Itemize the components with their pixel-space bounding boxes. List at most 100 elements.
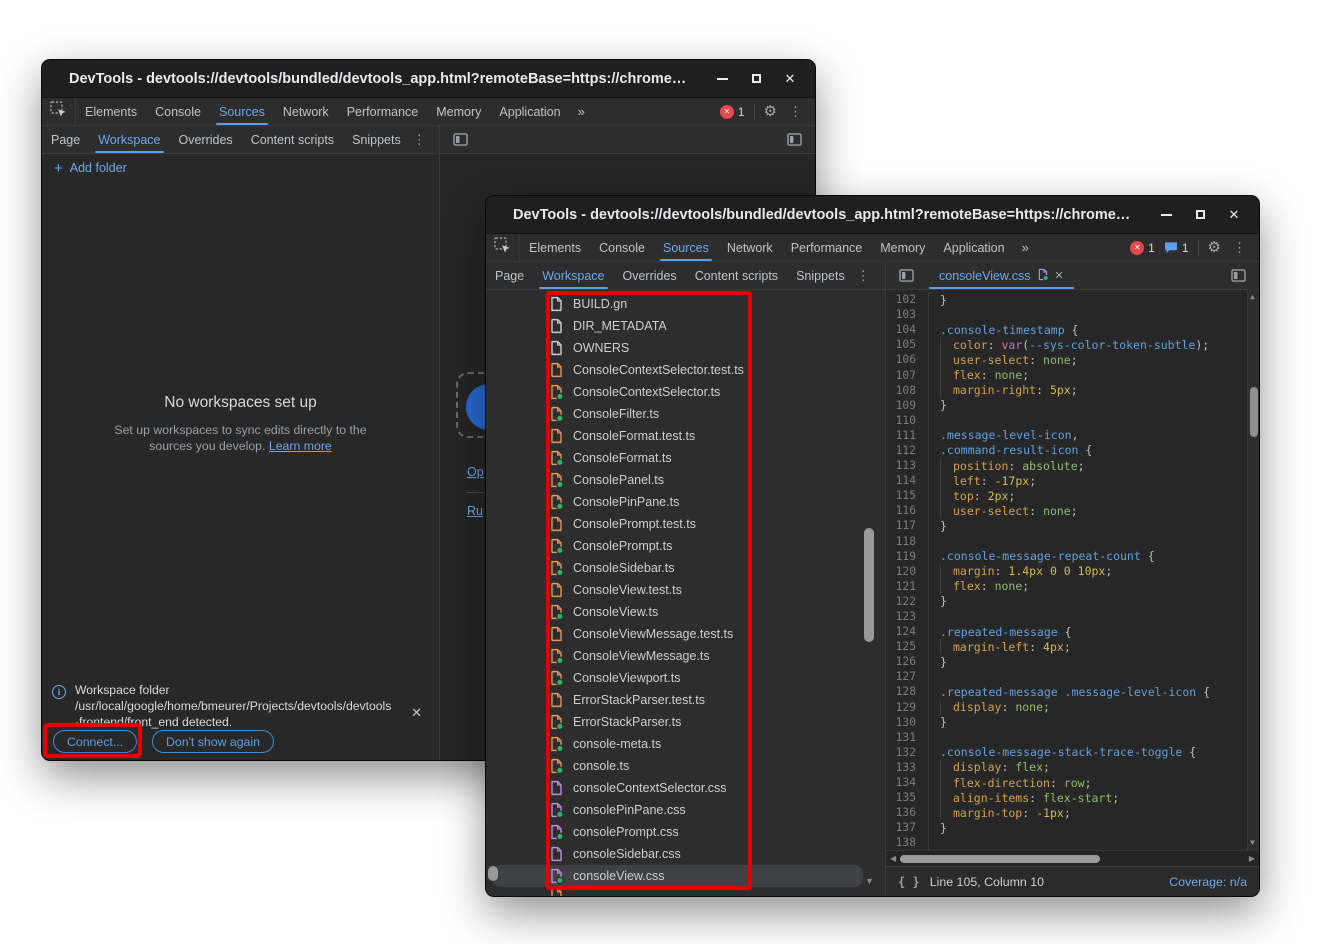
- scroll-right-arrow-icon[interactable]: ▶: [1249, 855, 1255, 863]
- file-row-ErrorStackParser.test.ts[interactable]: ErrorStackParser.test.ts: [486, 689, 885, 711]
- line-number[interactable]: 112: [886, 444, 928, 457]
- titlebar[interactable]: DevTools - devtools://devtools/bundled/d…: [486, 196, 1259, 234]
- file-row-ConsoleView.ts[interactable]: ConsoleView.ts: [486, 601, 885, 623]
- tab-memory[interactable]: Memory: [871, 234, 934, 261]
- open-file-link[interactable]: Op: [467, 465, 484, 479]
- tab-performance[interactable]: Performance: [782, 234, 872, 261]
- more-panels-button[interactable]: »: [1014, 240, 1037, 255]
- settings-gear-icon[interactable]: ⚙: [764, 104, 777, 119]
- navigator-horizontal-scrollbar-thumb[interactable]: [488, 866, 498, 881]
- settings-gear-icon[interactable]: ⚙: [1208, 240, 1221, 255]
- subtab-content-scripts[interactable]: Content scripts: [686, 262, 787, 289]
- kebab-menu-icon[interactable]: ⋮: [1230, 241, 1249, 254]
- editor-vertical-scrollbar-thumb[interactable]: [1250, 387, 1258, 437]
- line-number[interactable]: 119: [886, 550, 928, 563]
- more-panels-button[interactable]: »: [570, 104, 593, 119]
- tab-performance[interactable]: Performance: [338, 98, 428, 125]
- error-count[interactable]: 1: [738, 105, 745, 119]
- dont-show-again-button[interactable]: Don't show again: [152, 730, 274, 753]
- subtab-overrides[interactable]: Overrides: [614, 262, 686, 289]
- code-editor[interactable]: 102}103104.console-timestamp {105color: …: [886, 290, 1259, 850]
- line-number[interactable]: 103: [886, 308, 928, 321]
- close-tab-icon[interactable]: ✕: [1055, 269, 1064, 282]
- error-badge-icon[interactable]: ✕: [720, 105, 734, 119]
- subtab-snippets[interactable]: Snippets: [787, 262, 854, 289]
- line-number[interactable]: 109: [886, 399, 928, 412]
- maximize-button[interactable]: [749, 72, 763, 86]
- sources-kebab-icon[interactable]: ⋮: [854, 269, 873, 282]
- line-number[interactable]: 136: [886, 806, 928, 819]
- tab-network[interactable]: Network: [718, 234, 782, 261]
- line-number[interactable]: 121: [886, 580, 928, 593]
- line-number[interactable]: 124: [886, 625, 928, 638]
- close-button[interactable]: ✕: [783, 72, 797, 86]
- line-number[interactable]: 130: [886, 716, 928, 729]
- error-badge-icon[interactable]: ✕: [1130, 241, 1144, 255]
- show-right-panel-icon[interactable]: [782, 133, 807, 146]
- show-right-panel-icon[interactable]: [1226, 269, 1251, 282]
- subtab-snippets[interactable]: Snippets: [343, 126, 410, 153]
- line-number[interactable]: 113: [886, 459, 928, 472]
- file-row-ConsoleFormat.test.ts[interactable]: ConsoleFormat.test.ts: [486, 425, 885, 447]
- file-row-ConsoleContextSelector.test.ts[interactable]: ConsoleContextSelector.test.ts: [486, 359, 885, 381]
- sources-kebab-icon[interactable]: ⋮: [410, 133, 429, 146]
- line-number[interactable]: 125: [886, 640, 928, 653]
- minimize-button[interactable]: [715, 72, 729, 86]
- tab-console[interactable]: Console: [146, 98, 210, 125]
- file-row-consolePrompt.css[interactable]: consolePrompt.css: [486, 821, 885, 843]
- line-number[interactable]: 127: [886, 670, 928, 683]
- line-number[interactable]: 115: [886, 489, 928, 502]
- line-number[interactable]: 114: [886, 474, 928, 487]
- error-count[interactable]: 1: [1148, 241, 1155, 255]
- tab-network[interactable]: Network: [274, 98, 338, 125]
- subtab-workspace[interactable]: Workspace: [533, 262, 613, 289]
- file-row-consoleSidebar.css[interactable]: consoleSidebar.css: [486, 843, 885, 865]
- line-number[interactable]: 104: [886, 323, 928, 336]
- line-number[interactable]: 132: [886, 746, 928, 759]
- hide-navigator-icon[interactable]: [894, 269, 919, 282]
- editor-horizontal-scrollbar[interactable]: ◀ ▶: [886, 850, 1259, 866]
- file-row-partial[interactable]: [549, 887, 564, 896]
- tab-memory[interactable]: Memory: [427, 98, 490, 125]
- line-number[interactable]: 137: [886, 821, 928, 834]
- coverage-link[interactable]: Coverage: n/a: [1169, 875, 1247, 889]
- file-row-consoleView.css[interactable]: consoleView.css: [486, 865, 885, 887]
- line-number[interactable]: 138: [886, 836, 928, 849]
- tab-application[interactable]: Application: [490, 98, 569, 125]
- issues-icon[interactable]: [1164, 241, 1178, 254]
- line-number[interactable]: 116: [886, 504, 928, 517]
- file-row-OWNERS[interactable]: OWNERS: [486, 337, 885, 359]
- editor-tab-consoleview-css[interactable]: consoleView.css ✕: [931, 262, 1072, 289]
- line-number[interactable]: 102: [886, 293, 928, 306]
- tab-elements[interactable]: Elements: [520, 234, 590, 261]
- inspect-icon[interactable]: [486, 234, 520, 261]
- line-number[interactable]: 128: [886, 685, 928, 698]
- file-row-consolePinPane.css[interactable]: consolePinPane.css: [486, 799, 885, 821]
- line-number[interactable]: 123: [886, 610, 928, 623]
- run-command-link[interactable]: Ru: [467, 504, 483, 518]
- file-row-consoleContextSelector.css[interactable]: consoleContextSelector.css: [486, 777, 885, 799]
- line-number[interactable]: 134: [886, 776, 928, 789]
- file-row-ErrorStackParser.ts[interactable]: ErrorStackParser.ts: [486, 711, 885, 733]
- subtab-page[interactable]: Page: [42, 126, 89, 153]
- tab-sources[interactable]: Sources: [654, 234, 718, 261]
- file-row-ConsolePinPane.ts[interactable]: ConsolePinPane.ts: [486, 491, 885, 513]
- file-row-BUILD.gn[interactable]: BUILD.gn: [486, 293, 885, 315]
- file-row-ConsoleContextSelector.ts[interactable]: ConsoleContextSelector.ts: [486, 381, 885, 403]
- maximize-button[interactable]: [1193, 208, 1207, 222]
- line-number[interactable]: 108: [886, 384, 928, 397]
- tab-sources[interactable]: Sources: [210, 98, 274, 125]
- titlebar[interactable]: DevTools - devtools://devtools/bundled/d…: [42, 60, 815, 98]
- add-folder-button[interactable]: + Add folder: [42, 154, 439, 182]
- line-number[interactable]: 126: [886, 655, 928, 668]
- scroll-left-arrow-icon[interactable]: ◀: [890, 855, 896, 863]
- line-number[interactable]: 133: [886, 761, 928, 774]
- tab-application[interactable]: Application: [934, 234, 1013, 261]
- minimize-button[interactable]: [1159, 208, 1173, 222]
- file-row-ConsoleViewMessage.test.ts[interactable]: ConsoleViewMessage.test.ts: [486, 623, 885, 645]
- hide-navigator-icon[interactable]: [448, 133, 473, 146]
- line-number[interactable]: 129: [886, 701, 928, 714]
- line-number[interactable]: 135: [886, 791, 928, 804]
- editor-horizontal-scrollbar-thumb[interactable]: [900, 855, 1100, 863]
- scroll-down-arrow-icon[interactable]: ▼: [865, 876, 874, 886]
